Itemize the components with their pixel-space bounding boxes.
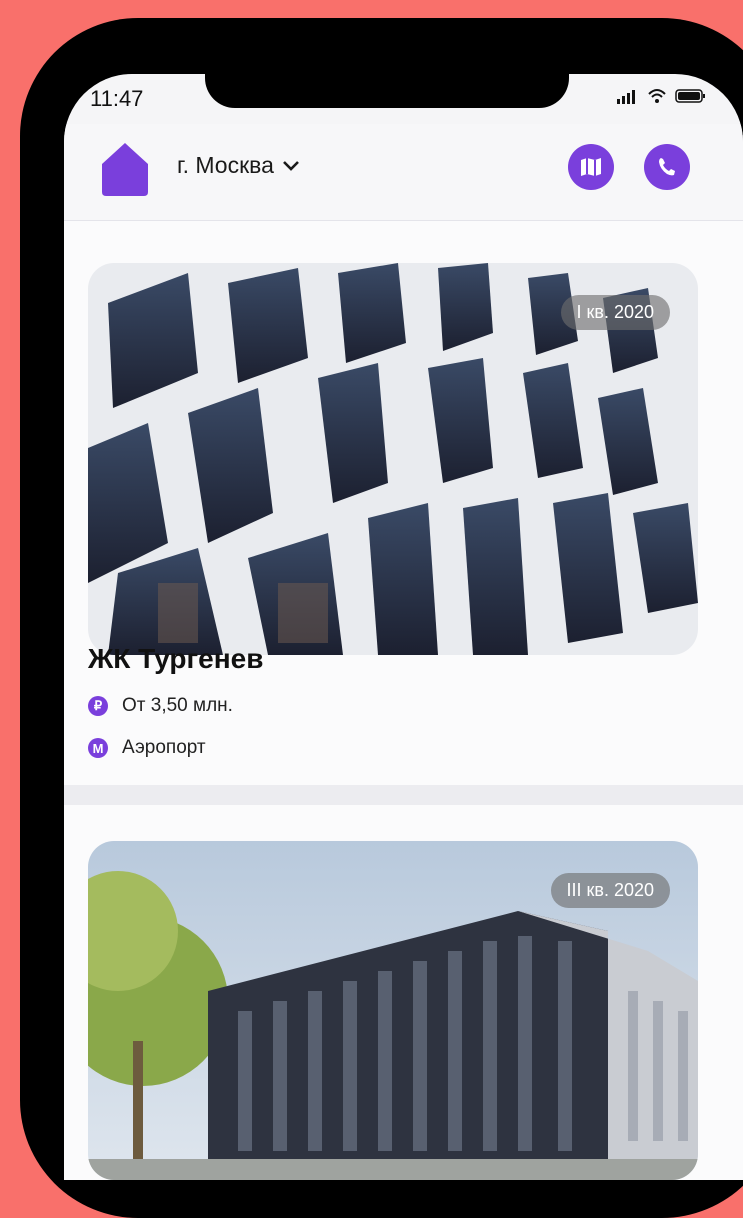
listing-metro: М Аэропорт <box>88 737 206 759</box>
listing-card[interactable]: III кв. 2020 <box>64 805 743 1180</box>
map-button[interactable] <box>568 144 614 190</box>
metro-text: Аэропорт <box>122 737 206 758</box>
completion-badge: I кв. 2020 <box>560 295 670 330</box>
top-header: г. Москва <box>64 124 743 221</box>
city-label: г. Москва <box>177 152 274 178</box>
listing-price: ₽ От 3,50 млн. <box>88 695 233 717</box>
call-button[interactable] <box>644 144 690 190</box>
listing-photo[interactable]: I кв. 2020 <box>88 263 698 655</box>
ruble-icon: ₽ <box>88 696 108 716</box>
completion-badge: III кв. 2020 <box>550 873 670 908</box>
app-screen: 11:47 г. Москва I кв. 2020 ЖК Тургенев ₽… <box>64 74 743 1180</box>
listing-feed: I кв. 2020 ЖК Тургенев ₽ От 3,50 млн. М … <box>64 221 743 1180</box>
listing-photo[interactable]: III кв. 2020 <box>88 841 698 1180</box>
map-icon <box>581 158 601 176</box>
listing-title[interactable]: ЖК Тургенев <box>88 643 263 675</box>
battery-icon <box>675 89 705 103</box>
signal-icon <box>617 90 635 104</box>
listing-card[interactable]: I кв. 2020 ЖК Тургенев ₽ От 3,50 млн. М … <box>64 221 743 785</box>
home-logo-icon[interactable] <box>94 138 156 200</box>
status-time: 11:47 <box>90 86 144 111</box>
wifi-icon <box>648 89 666 103</box>
chevron-down-icon <box>282 160 299 171</box>
price-text: От 3,50 млн. <box>122 695 233 716</box>
phone-icon <box>659 158 675 176</box>
city-selector[interactable]: г. Москва <box>177 152 300 179</box>
metro-icon: М <box>88 738 108 758</box>
status-icons <box>617 88 707 104</box>
notch <box>205 74 569 108</box>
